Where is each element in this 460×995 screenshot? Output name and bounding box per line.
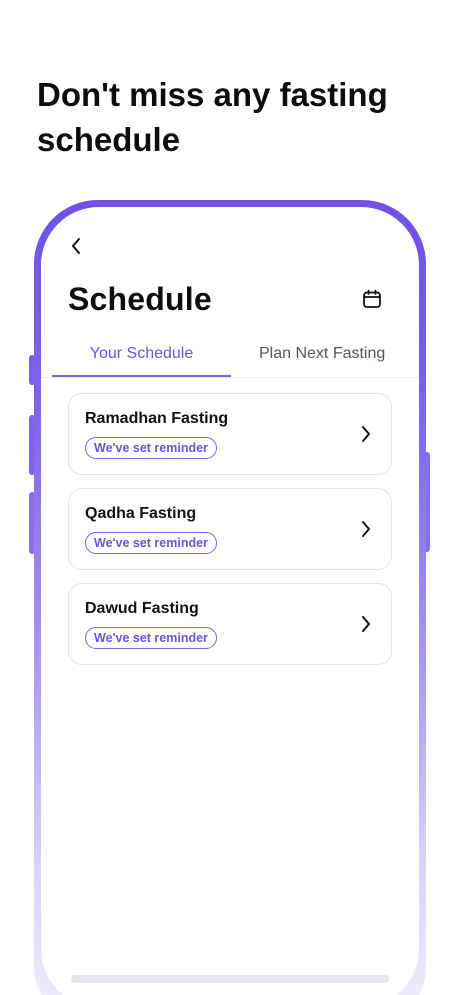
- calendar-icon: [363, 289, 381, 308]
- fasting-card-ramadhan[interactable]: Ramadhan Fasting We've set reminder: [68, 393, 392, 475]
- fasting-title: Qadha Fasting: [85, 505, 197, 522]
- promo-headline: Don't miss any fasting schedule: [37, 76, 388, 158]
- chevron-right-icon: [362, 521, 370, 537]
- schedule-tabs: Your Schedule Plan Next Fasting: [41, 335, 419, 378]
- reminder-badge: We've set reminder: [85, 627, 217, 649]
- chevron-right-icon: [362, 616, 370, 632]
- fasting-card-qadha[interactable]: Qadha Fasting We've set reminder: [68, 488, 392, 570]
- phone-screen: Schedule Your Schedule Plan Next Fasting…: [41, 207, 419, 995]
- chevron-left-icon: [72, 238, 80, 254]
- fasting-title: Ramadhan Fasting: [85, 410, 229, 427]
- fasting-title: Dawud Fasting: [85, 600, 199, 617]
- reminder-badge: We've set reminder: [85, 532, 217, 554]
- tab-your-schedule[interactable]: Your Schedule: [52, 335, 231, 377]
- chevron-right-icon: [362, 426, 370, 442]
- promo-page: Don't miss any fasting schedule Schedule…: [0, 0, 460, 995]
- reminder-badge: We've set reminder: [85, 437, 217, 459]
- calendar-button[interactable]: [361, 288, 383, 310]
- bottom-bar: [71, 975, 389, 983]
- tab-plan-next-fasting[interactable]: Plan Next Fasting: [259, 335, 385, 375]
- fasting-list: Ramadhan Fasting We've set reminder Qadh…: [68, 393, 392, 678]
- fasting-card-dawud[interactable]: Dawud Fasting We've set reminder: [68, 583, 392, 665]
- back-button[interactable]: [65, 235, 87, 257]
- page-title: Schedule: [68, 281, 212, 317]
